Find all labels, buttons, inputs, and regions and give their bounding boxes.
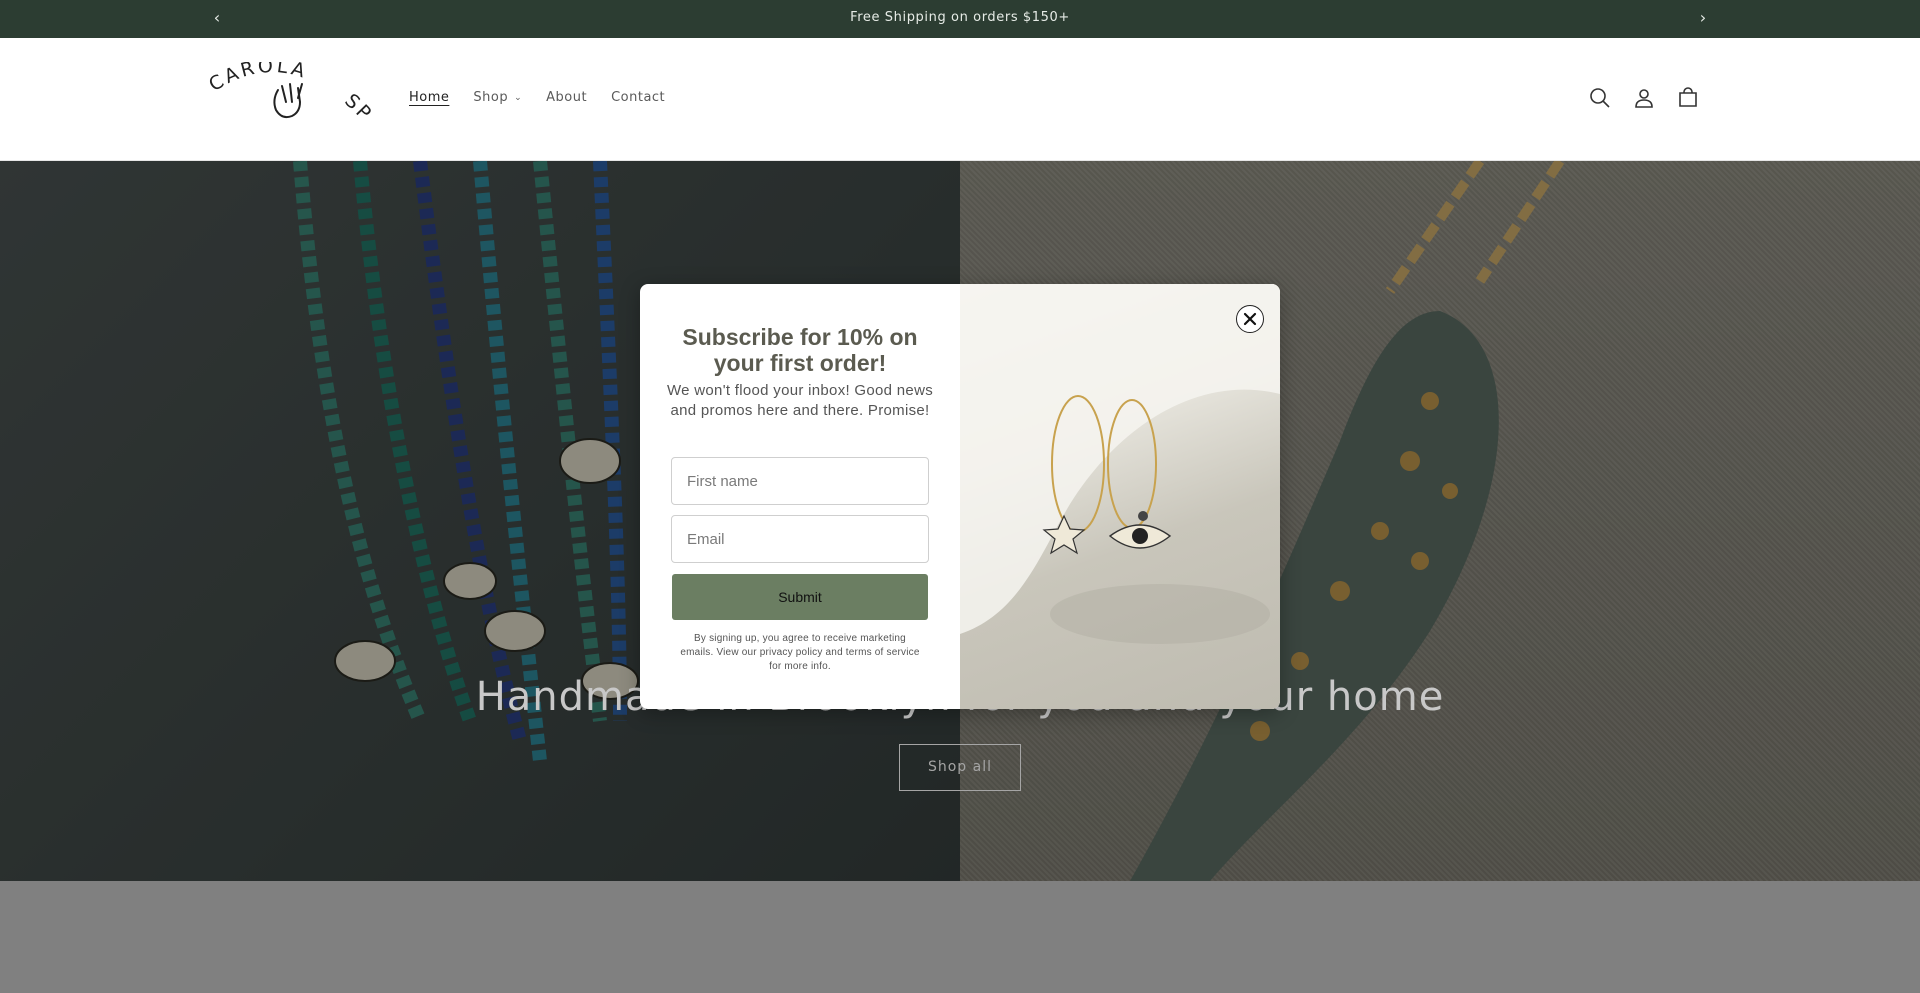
- nav-about[interactable]: About: [546, 90, 587, 105]
- nav-shop[interactable]: Shop ⌄: [473, 90, 522, 105]
- logo[interactable]: CAROLA SPITZER: [198, 45, 374, 138]
- nav-contact[interactable]: Contact: [611, 90, 665, 105]
- modal-subtitle: We won't flood your inbox! Good news and…: [666, 382, 934, 419]
- chevron-right-icon[interactable]: ›: [1694, 9, 1712, 27]
- subscribe-modal: Subscribe for 10% on your first order! W…: [640, 284, 1280, 709]
- subscribe-form: Subscribe for 10% on your first order! W…: [640, 284, 960, 709]
- page-section-below: [0, 881, 1920, 993]
- first-name-field[interactable]: [671, 457, 929, 505]
- chevron-down-icon: ⌄: [514, 93, 523, 103]
- header-icons: [1588, 86, 1700, 110]
- announcement-bar: ‹ Free Shipping on orders $150+ ›: [0, 0, 1920, 38]
- email-field[interactable]: [671, 515, 929, 563]
- announcement-message: Free Shipping on orders $150+: [850, 10, 1070, 25]
- submit-button[interactable]: Submit: [672, 574, 928, 620]
- site-header: CAROLA SPITZER Home Shop ⌄ About Contact: [0, 38, 1920, 161]
- fine-print: By signing up, you agree to receive mark…: [680, 633, 920, 672]
- main-nav: Home Shop ⌄ About Contact: [409, 90, 665, 105]
- nav-shop-label: Shop: [473, 90, 509, 105]
- account-icon[interactable]: [1632, 86, 1656, 110]
- cart-icon[interactable]: [1676, 86, 1700, 110]
- shop-all-button[interactable]: Shop all: [899, 744, 1021, 791]
- modal-title: Subscribe for 10% on your first order!: [682, 324, 918, 376]
- close-icon[interactable]: [1236, 305, 1264, 333]
- nav-home[interactable]: Home: [409, 90, 449, 105]
- modal-earrings-image: [960, 284, 1280, 709]
- search-icon[interactable]: [1588, 86, 1612, 110]
